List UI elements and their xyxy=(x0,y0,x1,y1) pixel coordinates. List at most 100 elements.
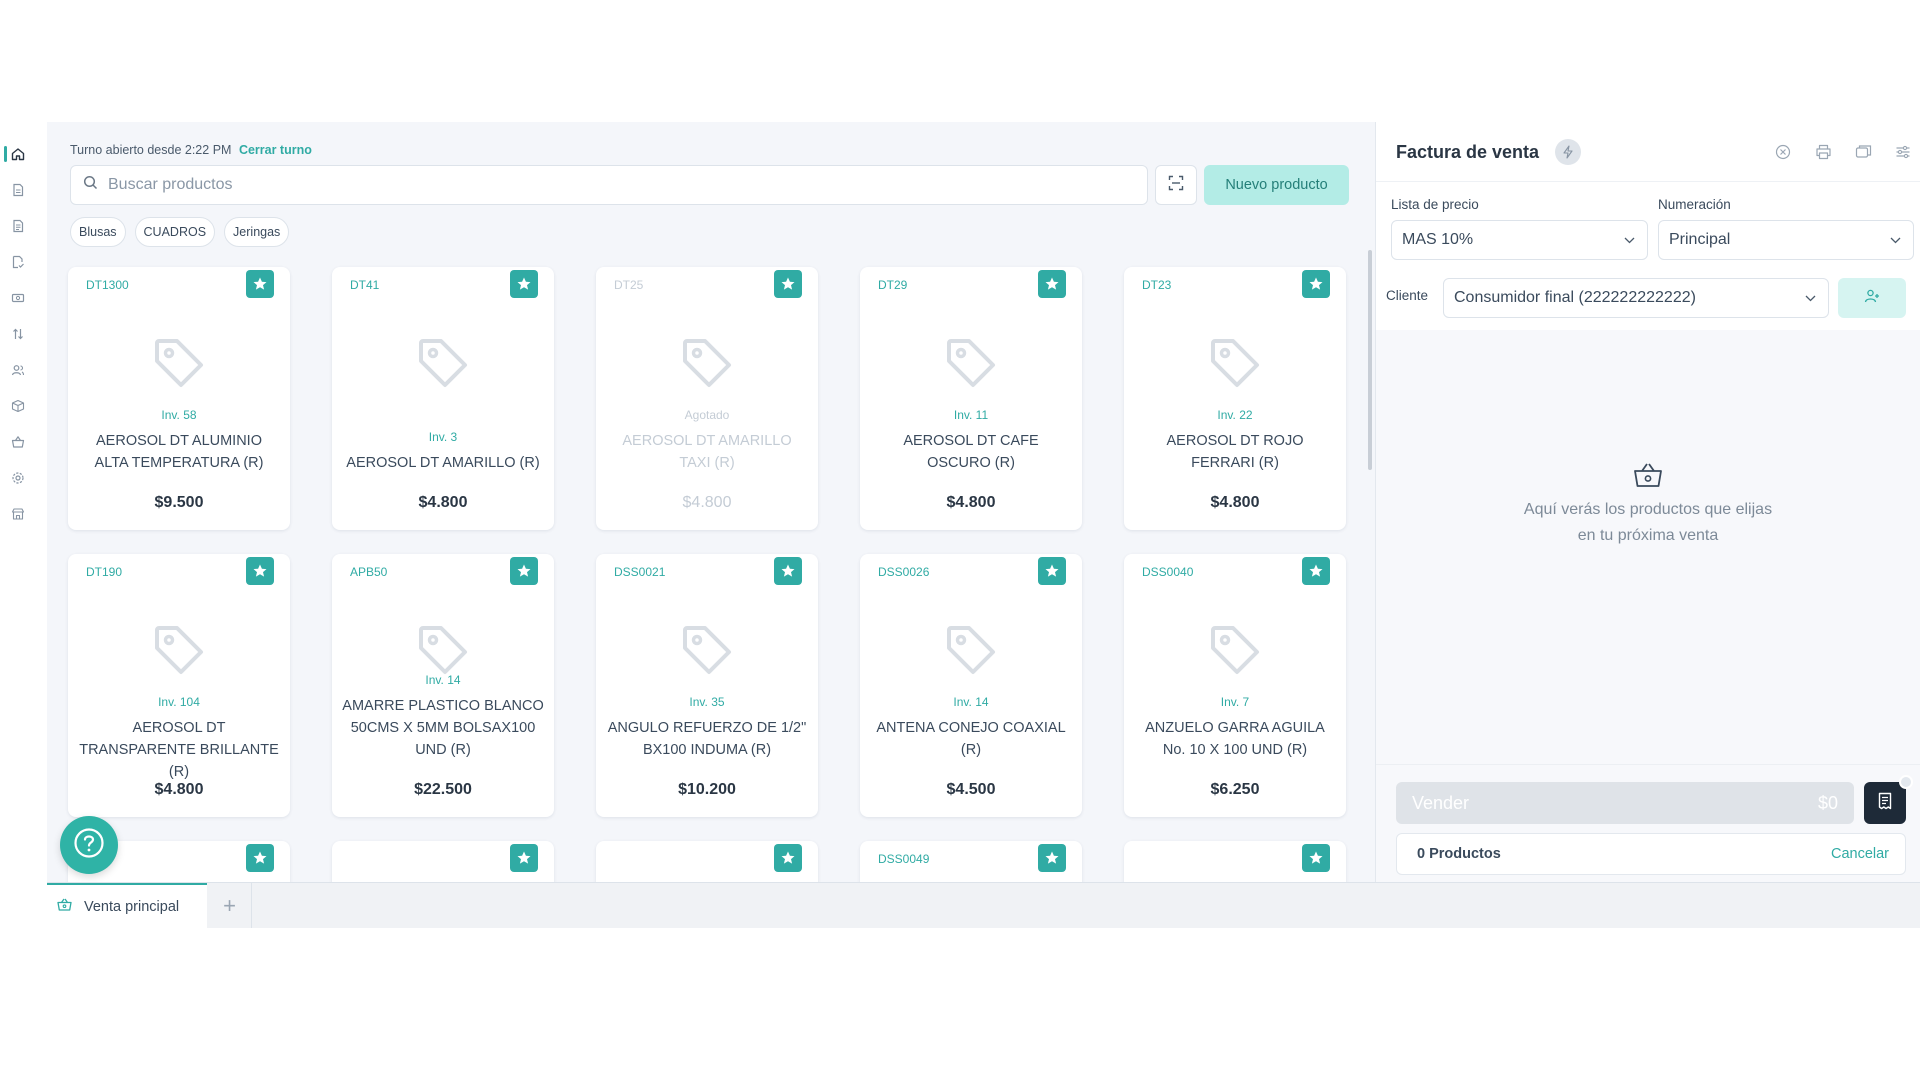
product-card[interactable] xyxy=(332,841,554,882)
favorite-star-icon[interactable] xyxy=(1302,557,1330,585)
product-code: APB50 xyxy=(350,565,388,579)
pos-app: Turno abierto desde 2:22 PM Cerrar turno… xyxy=(0,122,1920,928)
tab-venta-principal[interactable]: Venta principal xyxy=(47,883,207,928)
favorite-star-icon[interactable] xyxy=(510,270,538,298)
favorite-star-icon[interactable] xyxy=(1302,270,1330,298)
tab-label: Venta principal xyxy=(84,898,180,915)
help-button[interactable] xyxy=(60,816,118,874)
price-list-value: MAS 10% xyxy=(1402,231,1474,248)
panel-divider xyxy=(1376,181,1920,182)
shift-status: Turno abierto desde 2:22 PM Cerrar turno xyxy=(70,143,312,157)
receipt-badge xyxy=(1899,775,1913,789)
product-card[interactable]: DSS0049 xyxy=(860,841,1082,882)
product-card[interactable]: DT41 Inv. 3 AEROSOL DT AMARILLO (R) $4.800 xyxy=(332,267,554,530)
tag-icon xyxy=(1207,622,1263,683)
product-code: DSS0049 xyxy=(878,852,930,866)
numbering-value: Principal xyxy=(1669,231,1731,248)
close-circle-icon[interactable] xyxy=(1775,144,1791,165)
document-check-icon[interactable] xyxy=(11,255,25,269)
print-icon[interactable] xyxy=(1815,144,1832,165)
sell-total: $0 xyxy=(1817,792,1838,813)
new-product-button[interactable]: Nuevo producto xyxy=(1204,165,1349,205)
store-icon[interactable] xyxy=(11,507,25,521)
favorite-star-icon[interactable] xyxy=(774,844,802,872)
product-card[interactable]: DT1300 Inv. 58 AEROSOL DT ALUMINIO ALTA TE… xyxy=(68,267,290,530)
product-price: $22.500 xyxy=(414,781,472,798)
cart-empty-line-1: Aquí verás los productos que elijas xyxy=(1523,501,1773,518)
favorite-star-icon[interactable] xyxy=(246,844,274,872)
add-client-button[interactable] xyxy=(1838,278,1906,318)
product-price: $9.500 xyxy=(154,494,204,511)
product-price: $4.800 xyxy=(1210,494,1260,511)
settings-sliders-icon[interactable] xyxy=(1895,144,1911,165)
favorite-star-icon[interactable] xyxy=(510,844,538,872)
shift-text: Turno abierto desde 2:22 PM xyxy=(70,143,232,157)
add-tab-button[interactable]: + xyxy=(208,883,252,928)
category-chip[interactable]: CUADROS xyxy=(134,217,216,247)
invoice-title: Factura de venta xyxy=(1396,142,1540,162)
favorite-star-icon[interactable] xyxy=(1038,844,1066,872)
category-chip[interactable]: Blusas xyxy=(70,217,126,247)
favorite-star-icon[interactable] xyxy=(1038,557,1066,585)
cash-icon[interactable] xyxy=(11,291,25,305)
product-name: AEROSOL DT ALUMINIO ALTA TEMPERATURA (R) xyxy=(94,433,264,471)
search-icon xyxy=(83,175,98,195)
sidebar xyxy=(0,122,47,882)
favorite-star-icon[interactable] xyxy=(246,557,274,585)
favorite-star-icon[interactable] xyxy=(774,270,802,298)
product-card[interactable]: DT25 Agotado AEROSOL DT AMARILLO TAXI (R) $… xyxy=(596,267,818,530)
contacts-icon[interactable] xyxy=(11,363,25,377)
product-stock: Inv. 58 xyxy=(161,408,197,422)
favorite-star-icon[interactable] xyxy=(510,557,538,585)
price-list-select[interactable]: MAS 10% xyxy=(1391,220,1648,260)
product-name: AEROSOL DT TRANSPARENTE BRILLANTE (R) xyxy=(79,720,279,780)
receipt-icon xyxy=(1877,792,1893,815)
client-select[interactable]: Consumidor final (222222222222) xyxy=(1443,278,1829,318)
product-scrollbar[interactable] xyxy=(1368,250,1372,470)
scan-barcode-button[interactable] xyxy=(1155,165,1197,205)
cart-empty-line-2: en tu próxima venta xyxy=(1577,527,1719,544)
product-card[interactable]: DT190 Inv. 104 AEROSOL DT TRANSPARENTE BRI… xyxy=(68,554,290,817)
cancel-link[interactable]: Cancelar xyxy=(1831,846,1889,862)
invoice-panel: Factura de venta Lista de precio MAS 10%… xyxy=(1375,122,1920,882)
product-card[interactable]: DT29 Inv. 11 AEROSOL DT CAFE OSCURO (R) $4.… xyxy=(860,267,1082,530)
settings-icon[interactable] xyxy=(11,471,25,485)
product-card[interactable]: APB50 Inv. 14 AMARRE PLASTICO BLANCO 50CMS… xyxy=(332,554,554,817)
numbering-label: Numeración xyxy=(1658,197,1731,212)
product-card[interactable]: DT23 Inv. 22 AEROSOL DT ROJO FERRARI (R) $4… xyxy=(1124,267,1346,530)
product-price: $4.800 xyxy=(154,781,204,798)
receipt-button[interactable] xyxy=(1864,782,1906,824)
category-chips: Blusas CUADROS Jeringas xyxy=(70,217,290,247)
product-card[interactable]: DSS0040 Inv. 7 ANZUELO GARRA AGUILA No. 10… xyxy=(1124,554,1346,817)
sidebar-active-indicator xyxy=(4,146,7,162)
close-shift-link[interactable]: Cerrar turno xyxy=(239,143,312,157)
document-list-icon[interactable] xyxy=(11,219,25,233)
category-chip[interactable]: Jeringas xyxy=(224,217,290,247)
transfer-icon[interactable] xyxy=(11,327,25,341)
product-name: AEROSOL DT AMARILLO TAXI (R) xyxy=(622,433,792,471)
basket-icon[interactable] xyxy=(11,435,25,449)
search-input[interactable] xyxy=(108,176,1119,194)
favorite-star-icon[interactable] xyxy=(1302,844,1330,872)
numbering-select[interactable]: Principal xyxy=(1658,220,1914,260)
cart-summary: 0 Productos Cancelar xyxy=(1396,833,1906,875)
document-icon[interactable] xyxy=(11,183,25,197)
copy-icon[interactable] xyxy=(1855,144,1872,165)
products-count: 0 Productos xyxy=(1417,846,1501,862)
sell-label: Vender xyxy=(1412,792,1470,813)
product-card[interactable] xyxy=(596,841,818,882)
tag-icon xyxy=(415,335,471,396)
lightning-icon[interactable] xyxy=(1555,139,1581,165)
favorite-star-icon[interactable] xyxy=(774,557,802,585)
favorite-star-icon[interactable] xyxy=(246,270,274,298)
box-icon[interactable] xyxy=(11,399,25,413)
product-card[interactable]: DSS0026 Inv. 14 ANTENA CONEJO COAXIAL (R) $… xyxy=(860,554,1082,817)
home-icon[interactable] xyxy=(11,147,25,161)
product-stock: Inv. 35 xyxy=(689,695,725,709)
product-card[interactable] xyxy=(1124,841,1346,882)
sell-button[interactable]: Vender $0 xyxy=(1396,782,1854,824)
product-card[interactable]: DSS0021 Inv. 35 ANGULO REFUERZO DE 1/2" BX… xyxy=(596,554,818,817)
product-price: $4.800 xyxy=(418,494,468,511)
product-code: DT41 xyxy=(350,278,380,292)
favorite-star-icon[interactable] xyxy=(1038,270,1066,298)
